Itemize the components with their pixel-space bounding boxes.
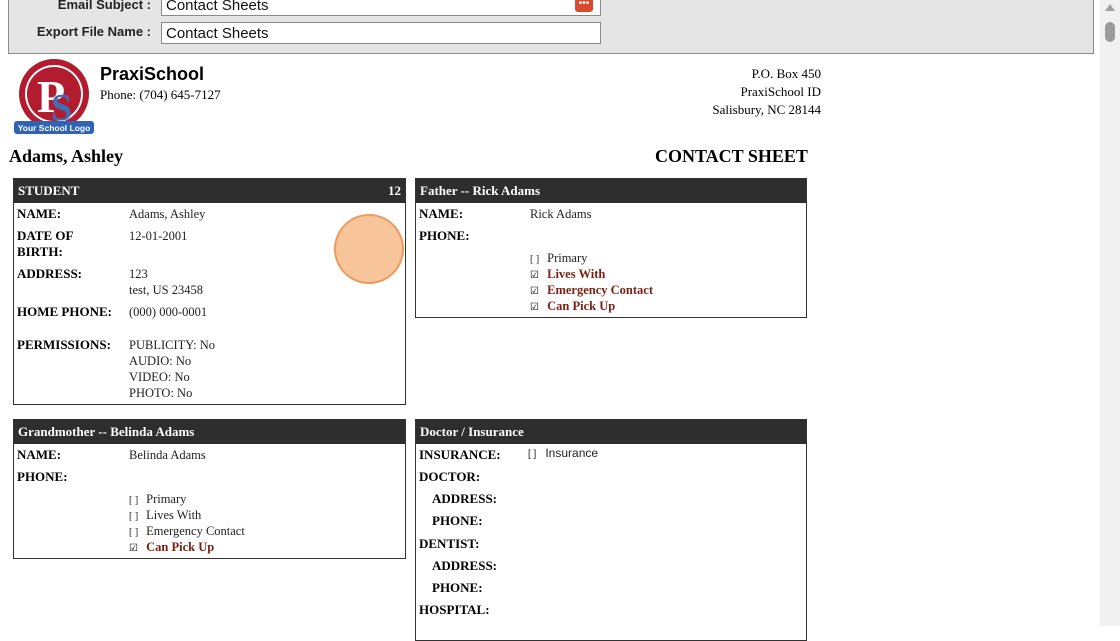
checkbox-checked-icon: ☑ — [129, 543, 138, 554]
checkbox-label: Primary — [146, 492, 187, 506]
checkbox-label: Can Pick Up — [146, 540, 215, 554]
email-subject-label: Email Subject : — [57, 0, 151, 12]
export-file-name-label: Export File Name : — [36, 24, 151, 39]
doctor-phone-label: PHONE: — [432, 513, 483, 528]
checkbox-label: Insurance — [545, 446, 599, 460]
checkbox-label: Lives With — [547, 267, 606, 281]
school-name: PraxiSchool — [100, 64, 205, 84]
email-export-form: Email Subject : Contact Sheets ••• Expor… — [8, 0, 1094, 54]
name-label: NAME: — [17, 447, 62, 462]
father-name-value: Rick Adams — [530, 207, 592, 221]
export-file-name-input[interactable]: Contact Sheets — [161, 22, 601, 44]
checkbox-label: Can Pick Up — [547, 299, 616, 313]
father-box-header: Father -- Rick Adams — [416, 179, 806, 203]
address-line-1: 123 — [129, 267, 148, 281]
home-phone-value: (000) 000-0001 — [129, 305, 208, 319]
doctor-address-label: ADDRESS: — [432, 491, 498, 506]
doctor-insurance-box: Doctor / Insurance INSURANCE: [ ] Insura… — [415, 419, 807, 641]
student-box: STUDENT 12 NAME: Adams, Ashley DATE OF B… — [13, 178, 406, 405]
permission-photo: PHOTO: No — [129, 386, 193, 400]
grandmother-box-header: Grandmother -- Belinda Adams — [14, 420, 405, 444]
phone-label: PHONE: — [419, 228, 470, 243]
dob-label-1: DATE OF — [17, 228, 74, 243]
scroll-thumb[interactable] — [1105, 22, 1115, 42]
school-logo: P S Your School Logo — [14, 58, 96, 136]
checkbox-label: Emergency Contact — [146, 524, 245, 538]
father-box: Father -- Rick Adams NAME: Rick Adams PH… — [415, 178, 807, 318]
school-address-line-1: P.O. Box 450 — [751, 66, 821, 81]
school-address-line-3: Salisbury, NC 28144 — [712, 102, 821, 117]
father-can-pick-up-checkbox[interactable]: ☑ Can Pick Up — [530, 298, 615, 316]
hospital-label: HOSPITAL: — [419, 602, 490, 617]
student-box-header: STUDENT 12 — [14, 179, 405, 203]
dentist-phone-label: PHONE: — [432, 580, 483, 595]
dob-label-2: BIRTH: — [17, 244, 63, 259]
dentist-address-label: ADDRESS: — [432, 558, 498, 573]
checkbox-label: Emergency Contact — [547, 283, 653, 297]
doctor-insurance-box-header: Doctor / Insurance — [416, 420, 806, 444]
school-phone: Phone: (704) 645-7127 — [100, 87, 221, 102]
scroll-up-arrow-icon[interactable] — [1105, 4, 1115, 11]
vertical-scrollbar[interactable] — [1100, 0, 1120, 626]
student-name-value: Adams, Ashley — [129, 207, 206, 221]
checkbox-checked-icon: ☑ — [530, 302, 539, 313]
permission-video: VIDEO: No — [129, 370, 190, 384]
school-address-line-2: PraxiSchool ID — [740, 84, 821, 99]
click-indicator — [334, 214, 404, 284]
grandmother-can-pick-up-checkbox[interactable]: ☑ Can Pick Up — [129, 539, 214, 557]
checkbox-label: Lives With — [146, 508, 202, 522]
email-subject-input[interactable]: Contact Sheets — [161, 0, 601, 16]
student-name-heading: Adams, Ashley — [9, 146, 124, 166]
grade-value: 12 — [388, 183, 401, 198]
doctor-label: DOCTOR: — [419, 469, 481, 484]
permissions-label: PERMISSIONS: — [17, 337, 111, 352]
grandmother-box: Grandmother -- Belinda Adams NAME: Belin… — [13, 419, 406, 559]
grandmother-name-value: Belinda Adams — [129, 448, 206, 462]
dentist-label: DENTIST: — [419, 536, 480, 551]
permission-publicity: PUBLICITY: No — [129, 338, 216, 352]
name-label: NAME: — [419, 206, 464, 221]
checkbox-label: Primary — [547, 251, 588, 265]
address-label: ADDRESS: — [17, 266, 83, 281]
name-label: NAME: — [17, 206, 62, 221]
insurance-label: INSURANCE: — [419, 447, 501, 462]
insurance-checkbox[interactable]: [ ] Insurance — [528, 445, 598, 463]
permission-audio: AUDIO: No — [129, 354, 192, 368]
address-line-2: test, US 23458 — [129, 283, 203, 297]
calendar-icon[interactable]: ••• — [575, 0, 593, 12]
checkbox-unchecked-icon: [ ] — [528, 449, 537, 460]
home-phone-label: HOME PHONE: — [17, 304, 112, 319]
contact-sheet-title: CONTACT SHEET — [655, 146, 808, 166]
student-box-title: STUDENT — [18, 183, 80, 198]
logo-caption: Your School Logo — [18, 123, 91, 133]
phone-label: PHONE: — [17, 469, 68, 484]
dob-value: 12-01-2001 — [129, 229, 188, 243]
